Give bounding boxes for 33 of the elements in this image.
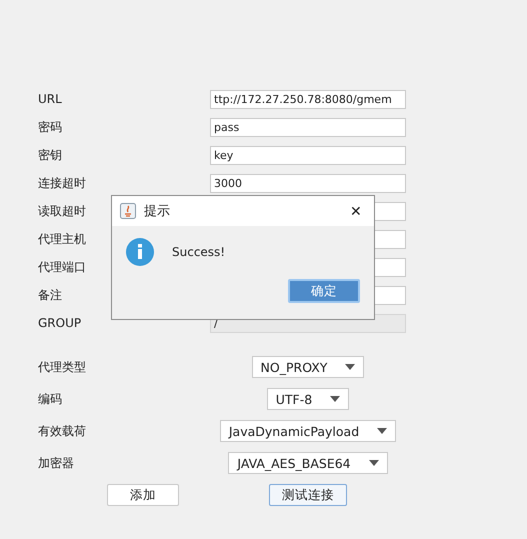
caret-icon	[345, 364, 356, 370]
field-label: 代理主机	[38, 232, 86, 246]
field-label: 加密器	[38, 456, 74, 470]
form-button[interactable]: 添加	[107, 484, 179, 506]
input-field[interactable]: 3000	[210, 174, 406, 192]
input-field[interactable]: ttp://172.27.250.78:8080/gmem	[210, 90, 406, 108]
field-label: 密钥	[38, 148, 62, 162]
dropdown[interactable]: UTF-8	[266, 388, 350, 410]
info-icon	[125, 237, 155, 267]
field-label: 备注	[38, 288, 62, 302]
app-icon	[120, 203, 136, 219]
field-label: 密码	[38, 120, 62, 134]
dropdown[interactable]: NO_PROXY	[252, 356, 364, 378]
dropdown[interactable]: JavaDynamicPayload	[220, 420, 396, 442]
caret-icon	[377, 428, 388, 434]
input-field[interactable]: key	[210, 146, 406, 164]
field-label: URL	[38, 92, 62, 106]
dialog-title: 提示	[144, 203, 170, 220]
form-button[interactable]: 测试连接	[269, 484, 347, 506]
field-label: 代理类型	[38, 360, 86, 374]
close-button[interactable]: ✕	[346, 203, 366, 219]
field-label: 代理端口	[38, 260, 86, 274]
dropdown[interactable]: JAVA_AES_BASE64	[228, 452, 388, 474]
field-label: 编码	[38, 392, 62, 406]
field-label: 有效载荷	[38, 424, 86, 438]
input-field[interactable]: pass	[210, 118, 406, 136]
field-label: GROUP	[38, 316, 82, 330]
field-label: 连接超时	[38, 176, 86, 190]
caret-icon	[330, 396, 340, 402]
caret-icon	[368, 460, 379, 466]
ok-button[interactable]: 确定	[288, 279, 360, 303]
dialog-message: Success!	[172, 245, 226, 259]
field-label: 读取超时	[38, 204, 86, 218]
